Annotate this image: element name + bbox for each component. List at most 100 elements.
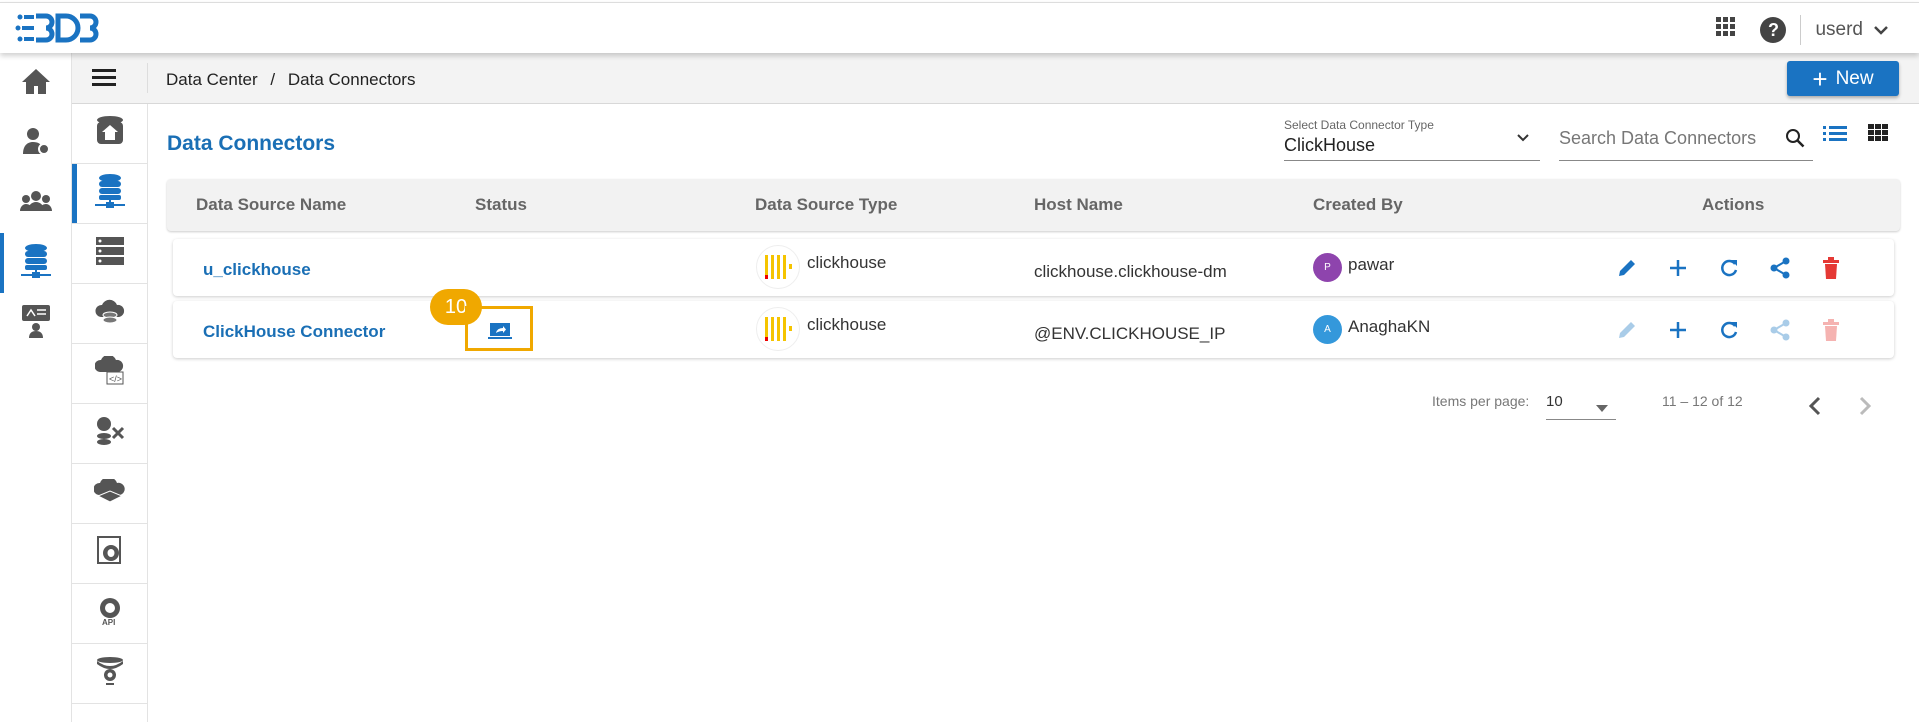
search-box	[1559, 118, 1813, 161]
subnav-cloud-layers[interactable]	[72, 464, 147, 524]
main-nav-rail	[0, 53, 72, 722]
host-name: @ENV.CLICKHOUSE_IP	[1034, 324, 1226, 343]
hamburger-menu-icon[interactable]	[92, 67, 116, 92]
api-gear-icon: API	[95, 596, 125, 631]
breadcrumb: Data Center / Data Connectors	[166, 70, 415, 90]
share-icon[interactable]	[1768, 318, 1792, 342]
data-center-subnav: </> API	[72, 104, 148, 722]
header-host: Host Name	[1034, 195, 1123, 214]
select-value: ClickHouse	[1284, 135, 1376, 155]
document-gear-icon	[96, 536, 124, 571]
delete-icon[interactable]	[1819, 256, 1843, 280]
server-rack-icon	[95, 237, 124, 270]
items-per-page-select[interactable]: 10	[1546, 388, 1616, 420]
header-created-by: Created By	[1313, 195, 1403, 214]
home-icon	[21, 67, 51, 100]
next-page-button[interactable]	[1858, 396, 1872, 421]
subnav-data-connectors[interactable]	[72, 164, 147, 224]
users-group-icon	[19, 189, 52, 218]
header-type: Data Source Type	[755, 195, 898, 214]
previous-page-button[interactable]	[1808, 396, 1822, 421]
data-source-name-link[interactable]: ClickHouse Connector	[203, 322, 385, 342]
presenter-board-icon	[21, 304, 51, 343]
refresh-icon[interactable]	[1717, 318, 1741, 342]
connector-type-select[interactable]: Select Data Connector Type ClickHouse	[1284, 118, 1540, 161]
add-icon[interactable]	[1666, 318, 1690, 342]
nav-data-center[interactable]	[0, 233, 71, 293]
host-name: clickhouse.clickhouse-dm	[1034, 262, 1227, 281]
items-per-page-label: Items per page:	[1432, 393, 1530, 409]
created-by: pawar	[1348, 255, 1395, 274]
select-label: Select Data Connector Type	[1284, 118, 1434, 132]
database-network-icon	[20, 243, 51, 284]
table-header: Data Source Name Status Data Source Type…	[167, 179, 1900, 231]
subnav-filter-settings[interactable]	[72, 644, 147, 704]
breadcrumb-current: Data Connectors	[287, 70, 416, 89]
page-title: Data Connectors	[167, 132, 336, 155]
highlight-box	[465, 306, 533, 351]
edit-icon[interactable]	[1615, 318, 1639, 342]
svg-text:</>: </>	[109, 374, 122, 384]
subnav-servers[interactable]	[72, 224, 147, 284]
cloud-layer-icon	[92, 476, 126, 508]
nav-groups[interactable]	[0, 173, 71, 233]
breadcrumb-data-center[interactable]: Data Center	[166, 70, 258, 89]
per-page-value: 10	[1546, 393, 1563, 410]
delete-icon[interactable]	[1819, 318, 1843, 342]
subnav-data-sync[interactable]	[72, 404, 147, 464]
plus-icon: +	[1812, 63, 1828, 94]
refresh-icon[interactable]	[1717, 256, 1741, 280]
nav-presentation[interactable]	[0, 293, 71, 353]
database-network-icon	[94, 173, 125, 214]
subnav-api[interactable]: API	[72, 584, 147, 644]
database-home-icon	[95, 115, 125, 152]
clickhouse-logo-icon	[756, 307, 800, 351]
chevron-down-icon	[1873, 19, 1889, 41]
data-sync-icon	[95, 416, 125, 451]
add-icon[interactable]	[1666, 256, 1690, 280]
table-row: u_clickhouse clickhouse clickhouse.click…	[173, 239, 1894, 296]
created-by: AnaghaKN	[1348, 317, 1431, 336]
data-source-type: clickhouse	[807, 253, 887, 272]
avatar: A	[1313, 315, 1342, 344]
top-header: ? userd	[0, 2, 1919, 53]
divider	[1800, 15, 1802, 45]
bdb-logo[interactable]	[14, 11, 100, 50]
clickhouse-logo-icon	[756, 245, 800, 289]
list-view-icon[interactable]	[1823, 124, 1847, 147]
header-status: Status	[475, 195, 527, 214]
user-gear-icon	[21, 126, 51, 161]
data-source-name-link[interactable]: u_clickhouse	[203, 260, 311, 280]
search-input[interactable]	[1559, 128, 1759, 149]
funnel-gear-icon	[95, 656, 125, 691]
apps-grid-icon[interactable]	[1716, 17, 1736, 43]
share-icon[interactable]	[1768, 256, 1792, 280]
nav-user-settings[interactable]	[0, 113, 71, 173]
search-icon[interactable]	[1785, 128, 1805, 153]
help-icon[interactable]: ?	[1760, 17, 1787, 43]
breadcrumb-bar: Data Center / Data Connectors + New	[72, 53, 1919, 104]
new-button[interactable]: + New	[1787, 61, 1899, 96]
chevron-down-icon	[1516, 130, 1530, 148]
divider	[147, 63, 148, 93]
caret-down-icon	[1596, 399, 1608, 417]
breadcrumb-separator: /	[270, 70, 276, 89]
row-actions	[1615, 256, 1843, 280]
edit-icon[interactable]	[1615, 256, 1639, 280]
nav-home[interactable]	[0, 53, 71, 113]
user-menu[interactable]: userd	[1815, 19, 1889, 41]
page-range: 11 – 12 of 12	[1662, 393, 1743, 409]
header-name[interactable]: Data Source Name	[196, 195, 346, 215]
subnav-data-home[interactable]	[72, 104, 147, 164]
subnav-cloud-code[interactable]: </>	[72, 344, 147, 404]
grid-view-icon[interactable]	[1868, 124, 1888, 147]
cloud-code-icon: </>	[93, 354, 125, 391]
header-actions: Actions	[1702, 195, 1765, 214]
subnav-cloud-database[interactable]	[72, 284, 147, 344]
username: userd	[1815, 19, 1863, 40]
avatar: P	[1313, 253, 1342, 282]
subnav-data-settings[interactable]	[72, 524, 147, 584]
row-actions	[1615, 318, 1843, 342]
svg-text:API: API	[102, 618, 115, 626]
cloud-database-icon	[94, 297, 125, 330]
